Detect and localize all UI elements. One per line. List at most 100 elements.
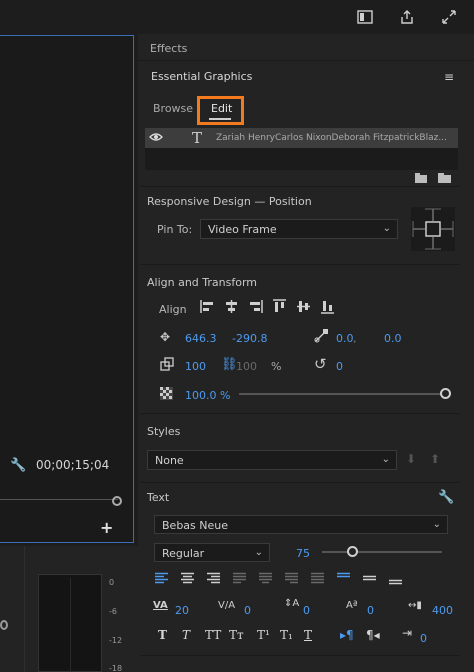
layer-name: Zariah HenryCarlos NixonDeborah Fitzpatr… bbox=[216, 133, 447, 143]
opacity-value[interactable]: 100.0 % bbox=[185, 389, 230, 402]
chevron-down-icon: ⌄ bbox=[382, 223, 391, 234]
menu-icon[interactable]: ≡ bbox=[444, 70, 454, 84]
push-style-icon[interactable]: ⬇ bbox=[406, 452, 416, 466]
underline-icon[interactable]: T bbox=[304, 628, 312, 642]
styles-header: Styles bbox=[147, 425, 181, 438]
rtl-direction-icon[interactable]: ¶◂ bbox=[366, 628, 380, 642]
text-align-right-icon[interactable] bbox=[206, 572, 221, 585]
scale-unit: % bbox=[271, 360, 282, 373]
position-x[interactable]: 646.3 bbox=[185, 332, 217, 345]
styles-value: None bbox=[155, 454, 184, 467]
align-center-text-icon[interactable] bbox=[362, 572, 377, 585]
opacity-slider-track[interactable] bbox=[239, 393, 445, 395]
rotation-icon: ↺ bbox=[314, 355, 327, 373]
chevron-down-icon: ⌄ bbox=[381, 454, 390, 465]
anchor-x[interactable]: 0.0 bbox=[336, 332, 354, 345]
meter-tick: 0 bbox=[109, 578, 115, 587]
text-align-left-icon[interactable] bbox=[154, 572, 169, 585]
scale-height-value: 100 bbox=[236, 360, 257, 373]
styles-dropdown[interactable]: None ⌄ bbox=[147, 450, 397, 470]
playhead-end[interactable] bbox=[112, 496, 122, 506]
kerning-value[interactable]: 0 bbox=[244, 604, 251, 617]
align-top-text-icon[interactable] bbox=[336, 572, 351, 585]
align-left-icon[interactable] bbox=[200, 299, 215, 314]
meter-tick: -6 bbox=[109, 607, 117, 616]
font-size-slider-thumb[interactable] bbox=[347, 546, 358, 557]
timecode[interactable]: 00;00;15;04 bbox=[36, 458, 109, 472]
tab-width-icon: ⇥ bbox=[402, 626, 413, 640]
justify-right-icon[interactable] bbox=[284, 572, 299, 585]
align-top-icon[interactable] bbox=[272, 299, 287, 314]
tracking-icon: VA bbox=[153, 600, 168, 611]
scrub-bar[interactable] bbox=[0, 499, 118, 505]
font-dropdown[interactable]: Bebas Neue ⌄ bbox=[154, 515, 448, 534]
justify-left-icon[interactable] bbox=[232, 572, 247, 585]
faux-italic-icon[interactable]: T bbox=[182, 628, 190, 642]
tab-browse[interactable]: Browse bbox=[153, 102, 193, 115]
pin-to-dropdown[interactable]: Video Frame ⌄ bbox=[200, 219, 398, 239]
text-align-center-icon[interactable] bbox=[180, 572, 195, 585]
text-layer-icon: T bbox=[192, 129, 203, 147]
effects-tab[interactable]: Effects bbox=[150, 42, 187, 55]
tab-edit[interactable]: Edit bbox=[211, 102, 232, 115]
pull-style-icon[interactable]: ⬆ bbox=[430, 452, 440, 466]
font-size-slider-track[interactable] bbox=[322, 551, 442, 553]
align-middle-v-icon[interactable] bbox=[296, 299, 311, 314]
subscript-icon[interactable]: T₁ bbox=[280, 628, 293, 642]
small-caps-icon[interactable]: Tᴛ bbox=[229, 628, 244, 642]
anchor-icon bbox=[314, 329, 328, 346]
ltr-direction-icon[interactable]: ▸¶ bbox=[340, 628, 354, 642]
meter-tick: -12 bbox=[109, 636, 123, 645]
folder-icon[interactable] bbox=[438, 173, 451, 186]
justify-center-icon[interactable] bbox=[258, 572, 273, 585]
wrench-icon[interactable]: 🔧 bbox=[10, 458, 26, 473]
fullscreen-icon[interactable] bbox=[438, 6, 460, 28]
new-layer-icon[interactable] bbox=[415, 173, 427, 186]
superscript-icon[interactable]: T¹ bbox=[257, 628, 270, 642]
tsume-value[interactable]: 400 bbox=[432, 604, 453, 617]
all-caps-icon[interactable]: TT bbox=[205, 628, 221, 642]
align-right-icon[interactable] bbox=[248, 299, 263, 314]
align-center-h-icon[interactable] bbox=[224, 299, 239, 314]
leading-value[interactable]: 0 bbox=[303, 604, 310, 617]
weight-dropdown[interactable]: Regular ⌄ bbox=[154, 543, 270, 562]
align-label: Align bbox=[159, 303, 187, 316]
eye-icon[interactable] bbox=[149, 130, 163, 148]
export-icon[interactable] bbox=[396, 6, 418, 28]
faux-bold-icon[interactable]: T bbox=[158, 628, 167, 642]
tab-width-value[interactable]: 0 bbox=[420, 632, 427, 645]
paragraph-align-row bbox=[154, 572, 403, 585]
position-y[interactable]: -290.8 bbox=[232, 332, 267, 345]
opacity-slider-thumb[interactable] bbox=[440, 388, 451, 399]
align-buttons bbox=[200, 299, 335, 314]
baseline-value[interactable]: 0 bbox=[367, 604, 374, 617]
add-icon[interactable]: + bbox=[100, 518, 113, 537]
leading-icon: ⇕A bbox=[284, 598, 300, 609]
panel-icon[interactable] bbox=[354, 6, 376, 28]
font-size-value[interactable]: 75 bbox=[296, 547, 310, 560]
opacity-icon bbox=[160, 387, 173, 403]
chevron-down-icon: ⌄ bbox=[254, 547, 263, 558]
anchor-y[interactable]: 0.0 bbox=[384, 332, 402, 345]
responsive-header: Responsive Design — Position bbox=[147, 195, 312, 208]
pin-to-label: Pin To: bbox=[157, 223, 193, 236]
divider bbox=[24, 546, 25, 672]
baseline-shift-icon: Aª bbox=[346, 600, 358, 611]
meter-tick: -18 bbox=[109, 664, 123, 672]
panel-title: Essential Graphics bbox=[151, 70, 253, 83]
align-bottom-icon[interactable] bbox=[320, 299, 335, 314]
pin-widget[interactable] bbox=[411, 207, 455, 251]
font-value: Bebas Neue bbox=[162, 519, 228, 532]
pin-to-value: Video Frame bbox=[208, 223, 277, 236]
rotation-value[interactable]: 0 bbox=[336, 360, 343, 373]
align-bottom-text-icon[interactable] bbox=[388, 572, 403, 585]
position-icon: ✥ bbox=[160, 330, 171, 344]
wrench-icon[interactable]: 🔧 bbox=[438, 490, 454, 505]
scale-value[interactable]: 100 bbox=[185, 360, 206, 373]
align-header: Align and Transform bbox=[147, 276, 257, 289]
tsume-icon: ↔▮ bbox=[408, 600, 422, 611]
tracking-value[interactable]: 20 bbox=[175, 604, 189, 617]
timeline-handle[interactable] bbox=[0, 620, 8, 630]
text-header: Text bbox=[147, 491, 170, 504]
justify-all-icon[interactable] bbox=[310, 572, 325, 585]
